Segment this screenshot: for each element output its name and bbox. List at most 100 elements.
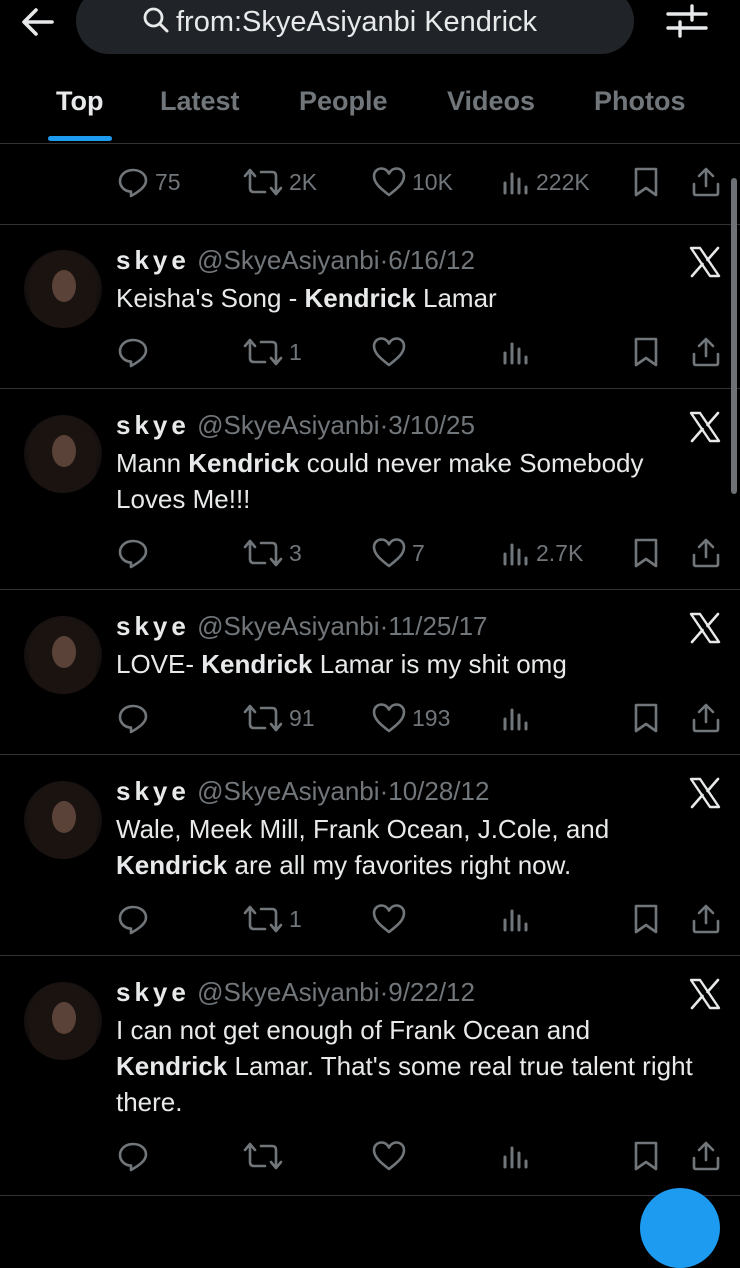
post-text: LOVE- Kendrick Lamar is my shit omg xyxy=(116,646,706,682)
author-handle[interactable]: @SkyeAsiyanbi xyxy=(197,245,379,275)
bookmark-icon xyxy=(634,167,658,197)
search-input[interactable]: from:SkyeAsiyanbi Kendrick xyxy=(76,0,634,54)
author-name[interactable]: skye xyxy=(116,410,190,440)
tab-videos[interactable]: Videos xyxy=(447,86,535,117)
reply-button[interactable] xyxy=(117,698,155,738)
post-divider xyxy=(0,388,740,389)
author-handle[interactable]: @SkyeAsiyanbi xyxy=(197,611,379,641)
like-button[interactable] xyxy=(372,1136,412,1176)
highlighted-term: Kendrick xyxy=(304,283,416,313)
views-button[interactable] xyxy=(502,698,536,738)
compose-button[interactable] xyxy=(640,1188,720,1268)
post-text-segment: I can not get enough of Frank Ocean and xyxy=(116,1015,591,1045)
share-button[interactable] xyxy=(690,162,722,202)
like-button[interactable]: 10K xyxy=(372,162,453,202)
avatar[interactable] xyxy=(24,250,102,328)
post-date[interactable]: 6/16/12 xyxy=(388,245,475,275)
bookmark-button[interactable] xyxy=(632,533,660,573)
reply-button[interactable] xyxy=(117,899,155,939)
active-tab-indicator xyxy=(48,136,112,141)
repost-button[interactable]: 1 xyxy=(243,899,302,939)
views-button[interactable] xyxy=(502,332,536,372)
author-name[interactable]: skye xyxy=(116,611,190,641)
avatar[interactable] xyxy=(24,982,102,1060)
share-button[interactable] xyxy=(690,533,722,573)
share-icon xyxy=(692,337,720,367)
author-name[interactable]: skye xyxy=(116,776,190,806)
post-actions: 1 xyxy=(0,899,740,939)
post[interactable]: skye @SkyeAsiyanbi·10/28/12 Wale, Meek Mi… xyxy=(0,771,740,955)
scrollbar[interactable] xyxy=(731,178,737,494)
bookmark-icon xyxy=(634,1141,658,1171)
post[interactable]: skye @SkyeAsiyanbi·6/16/12 Keisha's Song … xyxy=(0,240,740,388)
repost-button[interactable]: 91 xyxy=(243,698,315,738)
like-button[interactable] xyxy=(372,332,412,372)
share-button[interactable] xyxy=(690,899,722,939)
views-button[interactable]: 222K xyxy=(502,162,590,202)
author-handle[interactable]: @SkyeAsiyanbi xyxy=(197,410,379,440)
post-text-segment: Keisha's Song - xyxy=(116,283,305,313)
separator-dot: · xyxy=(379,776,389,806)
bookmark-button[interactable] xyxy=(632,899,660,939)
x-logo xyxy=(688,410,722,444)
reply-icon xyxy=(118,905,148,935)
like-button[interactable]: 7 xyxy=(372,533,425,573)
avatar[interactable] xyxy=(24,415,102,493)
post[interactable]: skye @SkyeAsiyanbi·11/25/17 LOVE- Kendric… xyxy=(0,606,740,754)
share-button[interactable] xyxy=(690,332,722,372)
heart-icon xyxy=(372,1141,406,1171)
post-date[interactable]: 11/25/17 xyxy=(388,611,487,641)
reply-button[interactable] xyxy=(117,332,155,372)
like-button[interactable] xyxy=(372,899,412,939)
search-query[interactable]: from:SkyeAsiyanbi Kendrick xyxy=(176,6,537,39)
share-button[interactable] xyxy=(690,698,722,738)
tab-top[interactable]: Top xyxy=(56,86,103,117)
x-logo xyxy=(688,245,722,279)
author-handle[interactable]: @SkyeAsiyanbi xyxy=(197,977,379,1007)
retweet-icon xyxy=(243,168,283,196)
tab-people[interactable]: People xyxy=(299,86,388,117)
tab-latest[interactable]: Latest xyxy=(160,86,240,117)
reply-button[interactable] xyxy=(117,1136,155,1176)
post-date[interactable]: 9/22/12 xyxy=(388,977,475,1007)
back-button[interactable] xyxy=(18,2,58,42)
bookmark-button[interactable] xyxy=(632,698,660,738)
like-button[interactable]: 193 xyxy=(372,698,450,738)
tab-photos[interactable]: Photos xyxy=(594,86,686,117)
views-button[interactable] xyxy=(502,1136,536,1176)
reply-button[interactable]: 75 xyxy=(117,162,181,202)
highlighted-term: Kendrick xyxy=(116,1051,228,1081)
post-header: skye @SkyeAsiyanbi·10/28/12 xyxy=(116,776,489,807)
reply-icon xyxy=(118,539,148,569)
search-filter-button[interactable] xyxy=(664,2,710,42)
post-text: Keisha's Song - Kendrick Lamar xyxy=(116,280,706,316)
like-count: 10K xyxy=(412,168,453,195)
like-count: 193 xyxy=(412,704,451,731)
repost-button[interactable]: 2K xyxy=(243,162,317,202)
highlighted-term: Kendrick xyxy=(201,649,313,679)
share-button[interactable] xyxy=(690,1136,722,1176)
bookmark-button[interactable] xyxy=(632,162,660,202)
avatar[interactable] xyxy=(24,781,102,859)
repost-button[interactable]: 3 xyxy=(243,533,302,573)
views-chart-icon xyxy=(503,1146,528,1169)
reply-button[interactable] xyxy=(117,533,155,573)
author-handle[interactable]: @SkyeAsiyanbi xyxy=(197,776,379,806)
bookmark-button[interactable] xyxy=(632,1136,660,1176)
post-date[interactable]: 3/10/25 xyxy=(388,410,475,440)
post[interactable]: skye @SkyeAsiyanbi·9/22/12 I can not get … xyxy=(0,972,740,1195)
post[interactable]: skye @SkyeAsiyanbi·3/10/25 Mann Kendrick … xyxy=(0,405,740,589)
bookmark-icon xyxy=(634,904,658,934)
retweet-icon xyxy=(243,338,283,366)
repost-button[interactable] xyxy=(243,1136,289,1176)
author-name[interactable]: skye xyxy=(116,977,190,1007)
views-button[interactable]: 2.7K xyxy=(502,533,583,573)
author-name[interactable]: skye xyxy=(116,245,190,275)
avatar[interactable] xyxy=(24,616,102,694)
views-button[interactable] xyxy=(502,899,536,939)
repost-button[interactable]: 1 xyxy=(243,332,302,372)
post-date[interactable]: 10/28/12 xyxy=(388,776,489,806)
separator-dot: · xyxy=(379,977,389,1007)
share-icon xyxy=(692,1141,720,1171)
bookmark-button[interactable] xyxy=(632,332,660,372)
